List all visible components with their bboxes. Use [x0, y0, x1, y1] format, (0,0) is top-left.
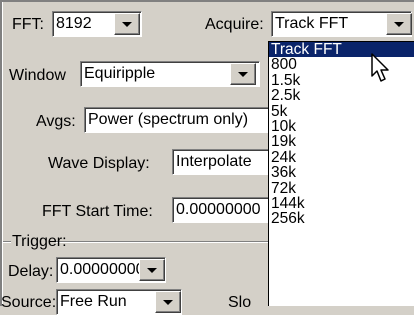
chevron-down-icon [147, 268, 157, 273]
window-frame-left-highlight [2, 2, 3, 306]
avgs-combo-field[interactable]: Power (spectrum only) [84, 107, 270, 133]
chevron-down-icon [122, 22, 132, 27]
window-dropdown-button[interactable] [230, 63, 256, 85]
fft-dropdown-button[interactable] [114, 13, 140, 35]
slope-label: Slo [228, 294, 252, 311]
wave-display-label: Wave Display: [48, 155, 150, 172]
chevron-down-icon [238, 72, 248, 77]
trigger-group-label: Trigger: [12, 233, 67, 250]
acquire-dropdown-button[interactable] [386, 13, 412, 35]
acquire-option[interactable]: 19k [269, 134, 414, 150]
acquire-option[interactable]: 10k [269, 119, 414, 135]
chevron-down-icon [394, 22, 404, 27]
acquire-option[interactable]: 5k [269, 103, 414, 119]
delay-dropdown-button[interactable] [139, 259, 165, 281]
trigger-group-line-highlight [3, 242, 11, 243]
acquire-option[interactable]: 144k [269, 195, 414, 211]
chevron-down-icon [163, 300, 173, 305]
acquire-option[interactable]: 24k [269, 149, 414, 165]
acquire-label: Acquire: [205, 16, 264, 33]
fft-label: FFT: [12, 16, 44, 33]
window-frame-top [0, 0, 414, 2]
trigger-group-line-highlight [56, 242, 268, 243]
window-label: Window [9, 67, 66, 84]
source-label: Source: [1, 294, 57, 311]
mouse-pointer-icon [371, 53, 389, 82]
fft-start-time-field[interactable]: 0.00000000 [172, 197, 270, 223]
source-dropdown-button[interactable] [155, 291, 181, 313]
acquire-option[interactable]: 2.5k [269, 88, 414, 104]
acquire-option[interactable]: 256k [269, 211, 414, 227]
fft-start-time-label: FFT Start Time: [42, 203, 153, 220]
wave-display-combo-field[interactable]: Interpolate [172, 149, 270, 175]
delay-label: Delay: [8, 263, 54, 280]
avgs-label: Avgs: [36, 113, 76, 130]
acquire-option[interactable]: 36k [269, 165, 414, 181]
acquire-option[interactable]: 72k [269, 180, 414, 196]
